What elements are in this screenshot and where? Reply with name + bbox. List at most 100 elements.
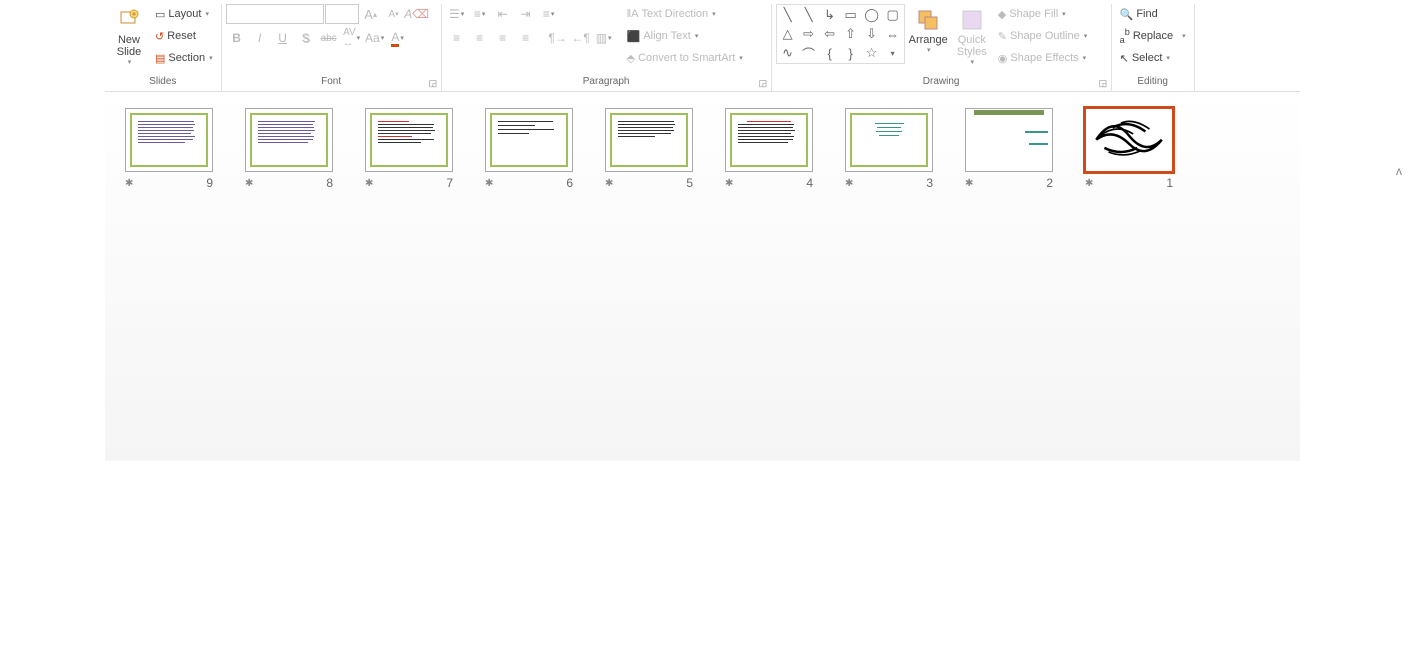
smartart-button[interactable]: ⬘ Convert to SmartArt▾ [623, 48, 747, 68]
ltr-button[interactable]: ¶→ [547, 28, 569, 48]
align-center-button[interactable]: ≡ [469, 28, 491, 48]
shape-arc-icon[interactable]: ⌒ [799, 44, 819, 62]
slide-number: 3 [926, 176, 933, 190]
section-label: Section [168, 52, 205, 64]
new-slide-button[interactable]: New Slide ▾ [109, 4, 149, 68]
replace-button[interactable]: ab Replace ▾ [1116, 26, 1190, 46]
slide-number: 5 [686, 176, 693, 190]
drawing-dialog-launcher[interactable]: ◲ [1099, 78, 1109, 88]
layout-button[interactable]: ▭ Layout ▾ [151, 4, 217, 24]
reset-button[interactable]: ↺ Reset [151, 26, 217, 46]
shape-brace-l-icon[interactable]: { [820, 44, 840, 62]
rtl-button[interactable]: ←¶ [570, 28, 592, 48]
slide-thumb-9[interactable]: ✱9 [125, 108, 213, 361]
shape-connector-icon[interactable]: ↳ [820, 6, 840, 24]
transition-icon: ✱ [605, 178, 613, 189]
slide-thumb-7[interactable]: ✱7 [365, 108, 453, 361]
shape-arrow-lr-icon[interactable]: ⇔ [883, 25, 903, 43]
font-dialog-launcher[interactable]: ◲ [429, 78, 439, 88]
shape-rect-icon[interactable]: ▭ [841, 6, 861, 24]
shape-line-icon[interactable]: ╲ [778, 6, 798, 24]
slide-number: 8 [326, 176, 333, 190]
transition-icon: ✱ [125, 178, 133, 189]
shrink-font-button[interactable]: A▾ [383, 4, 405, 24]
transition-icon: ✱ [965, 178, 973, 189]
replace-label: Replace [1133, 30, 1173, 42]
line-spacing-button[interactable]: ≡▾ [538, 4, 560, 24]
bold-button[interactable]: B [226, 28, 248, 48]
shapes-gallery[interactable]: ╲ ╲ ↳ ▭ ◯ ▢ △ ⇨ ⇦ ⇧ ⇩ ⇔ ∿ ⌒ { } ☆ ▾ [776, 4, 905, 64]
transition-icon: ✱ [365, 178, 373, 189]
shape-arrow-l-icon[interactable]: ⇦ [820, 25, 840, 43]
section-button[interactable]: ▤ Section ▾ [151, 48, 217, 68]
columns-button[interactable]: ▥▾ [593, 28, 615, 48]
shape-arrow-u-icon[interactable]: ⇧ [841, 25, 861, 43]
reset-label: Reset [167, 30, 196, 42]
clear-formatting-button[interactable]: A⌫ [406, 4, 428, 24]
decrease-indent-button[interactable]: ⇤ [492, 4, 514, 24]
italic-button[interactable]: I [249, 28, 271, 48]
font-family-select[interactable] [226, 4, 324, 24]
layout-label: Layout [168, 8, 201, 20]
shape-oval-icon[interactable]: ◯ [862, 6, 882, 24]
slide-number: 1 [1166, 176, 1173, 190]
arrange-button[interactable]: Arrange ▾ [905, 4, 952, 56]
change-case-button[interactable]: Aa▾ [364, 28, 386, 48]
bullets-button[interactable]: ☰▾ [446, 4, 468, 24]
reset-icon: ↺ [155, 30, 164, 43]
slide-thumb-6[interactable]: ✱6 [485, 108, 573, 361]
justify-button[interactable]: ≡ [515, 28, 537, 48]
shape-arrow-r-icon[interactable]: ⇨ [799, 25, 819, 43]
bismillah-calligraphy [1088, 111, 1170, 168]
shape-outline-button[interactable]: ✎ Shape Outline▾ [994, 26, 1091, 46]
shape-arrow-d-icon[interactable]: ⇩ [862, 25, 882, 43]
slide-thumb-1[interactable]: ✱1 [1085, 108, 1173, 361]
shape-star-icon[interactable]: ☆ [862, 44, 882, 62]
align-right-button[interactable]: ≡ [492, 28, 514, 48]
select-button[interactable]: ↖ Select▾ [1116, 48, 1174, 68]
transition-icon: ✱ [245, 178, 253, 189]
grow-font-button[interactable]: A▴ [360, 4, 382, 24]
shape-effects-button[interactable]: ◉ Shape Effects▾ [994, 48, 1091, 68]
fc-label: A [391, 30, 399, 47]
slide-number: 6 [566, 176, 573, 190]
collapse-ribbon-button[interactable]: ʌ [1396, 164, 1402, 178]
increase-indent-button[interactable]: ⇥ [515, 4, 537, 24]
grow-font-label: A [364, 7, 373, 22]
qs-label: Quick Styles [957, 34, 987, 58]
shape-roundrect-icon[interactable]: ▢ [883, 6, 903, 24]
underline-button[interactable]: U [272, 28, 294, 48]
smartart-icon: ⬘ [627, 52, 635, 65]
slide-thumb-5[interactable]: ✱5 [605, 108, 693, 361]
font-size-select[interactable] [325, 4, 359, 24]
arrange-label: Arrange [909, 34, 948, 46]
group-paragraph: ☰▾ ≡▾ ⇤ ⇥ ≡▾ ≡ ≡ ≡ ≡ ¶→ ←¶ ▥▾ [442, 4, 772, 91]
align-text-icon: ⬛ [627, 30, 641, 43]
strike-button[interactable]: abc [318, 28, 340, 48]
shape-fill-button[interactable]: ◆ Shape Fill▾ [994, 4, 1091, 24]
slide-number: 2 [1046, 176, 1053, 190]
slide-thumb-3[interactable]: ✱3 [845, 108, 933, 361]
find-icon: 🔍 [1120, 8, 1134, 21]
char-spacing-button[interactable]: AV↔▾ [341, 28, 363, 48]
group-font: A▴ A▾ A⌫ B I U S abc AV↔▾ Aa▾ A▾ Font ◲ [222, 4, 442, 91]
font-color-button[interactable]: A▾ [387, 28, 409, 48]
td-label: Text Direction [642, 8, 709, 20]
shape-triangle-icon[interactable]: △ [778, 25, 798, 43]
shadow-button[interactable]: S [295, 28, 317, 48]
align-left-button[interactable]: ≡ [446, 28, 468, 48]
slide-thumb-4[interactable]: ✱4 [725, 108, 813, 361]
group-drawing-label: Drawing [776, 74, 1107, 89]
find-button[interactable]: 🔍 Find [1116, 4, 1162, 24]
align-text-button[interactable]: ⬛ Align Text▾ [623, 26, 747, 46]
shape-more-icon[interactable]: ▾ [883, 44, 903, 62]
text-direction-button[interactable]: ‖A Text Direction▾ [623, 4, 747, 24]
shape-line2-icon[interactable]: ╲ [799, 6, 819, 24]
numbering-button[interactable]: ≡▾ [469, 4, 491, 24]
paragraph-dialog-launcher[interactable]: ◲ [759, 78, 769, 88]
quick-styles-button[interactable]: Quick Styles ▾ [952, 4, 992, 68]
slide-thumb-8[interactable]: ✱8 [245, 108, 333, 361]
shape-curve-icon[interactable]: ∿ [778, 44, 798, 62]
shape-brace-r-icon[interactable]: } [841, 44, 861, 62]
slide-thumb-2[interactable]: ✱2 [965, 108, 1053, 361]
